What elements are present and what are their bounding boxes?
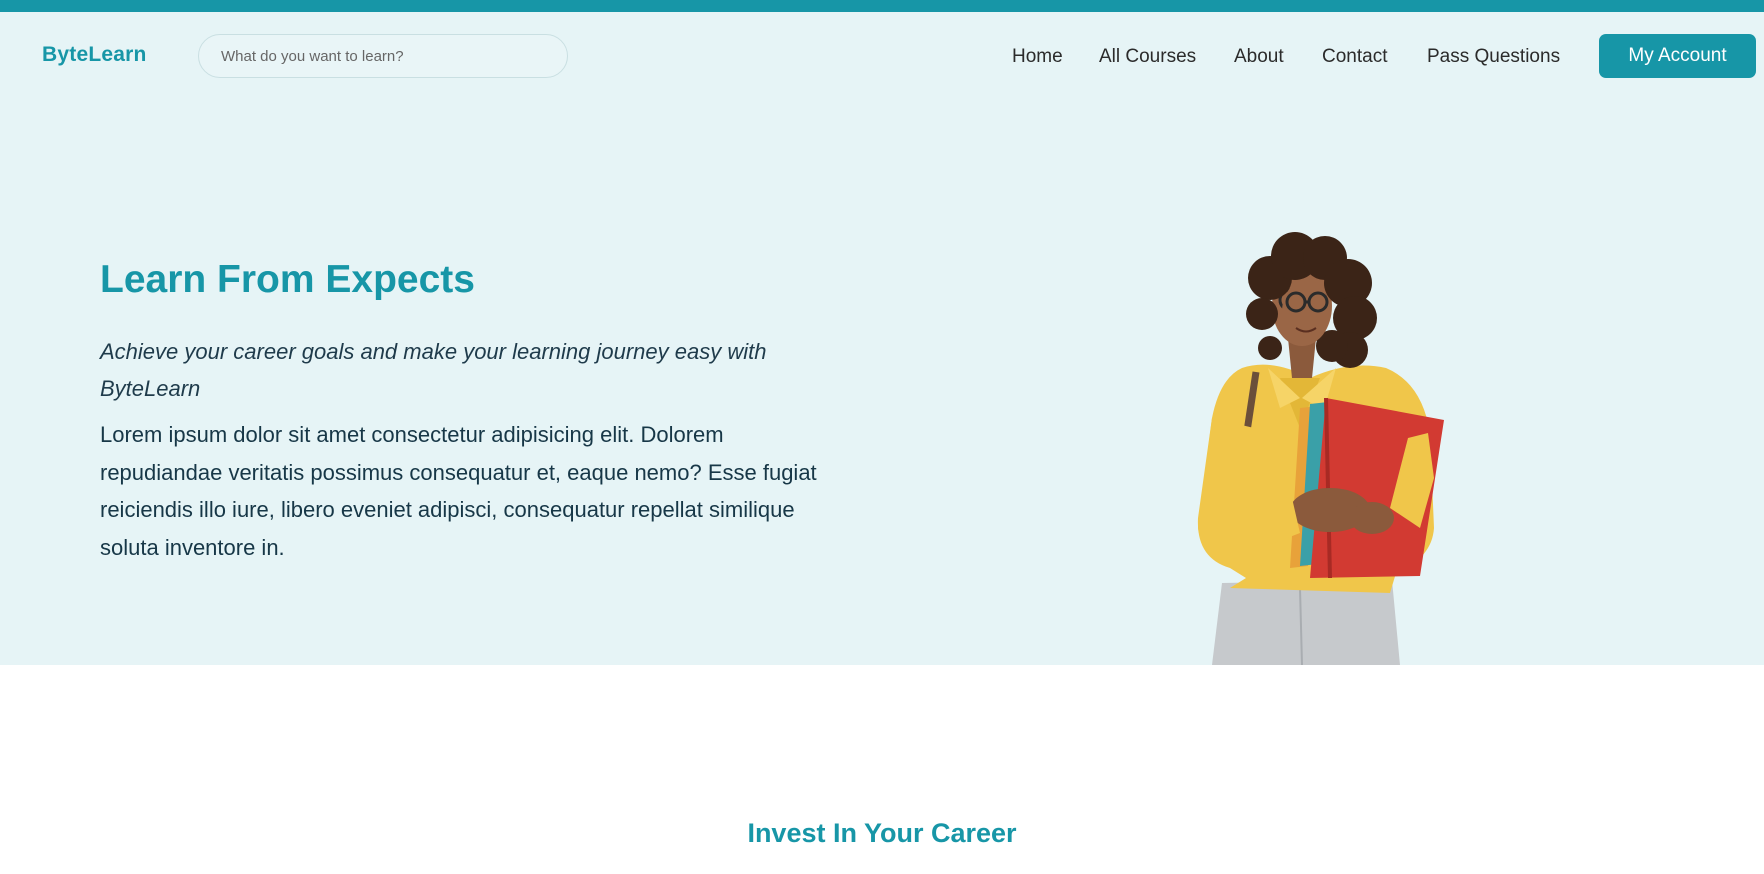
my-account-button[interactable]: My Account (1599, 34, 1756, 78)
hero-tagline: Achieve your career goals and make your … (100, 339, 767, 401)
search-input[interactable] (199, 35, 567, 77)
search-bar[interactable] (198, 34, 568, 78)
nav-contact[interactable]: Contact (1322, 46, 1387, 68)
nav-home[interactable]: Home (1012, 46, 1063, 68)
brand-logo[interactable]: ByteLearn (42, 43, 147, 67)
student-with-books-image (1197, 232, 1444, 665)
nav-about[interactable]: About (1234, 46, 1284, 68)
section-title: Invest In Your Career (747, 818, 1017, 848)
hero-title: Learn From Expects (100, 258, 475, 301)
hero-description: Lorem ipsum dolor sit amet consectetur a… (100, 422, 817, 560)
nav-pass-questions[interactable]: Pass Questions (1427, 46, 1560, 68)
top-accent-bar (0, 0, 1764, 12)
nav-all-courses[interactable]: All Courses (1099, 46, 1196, 68)
